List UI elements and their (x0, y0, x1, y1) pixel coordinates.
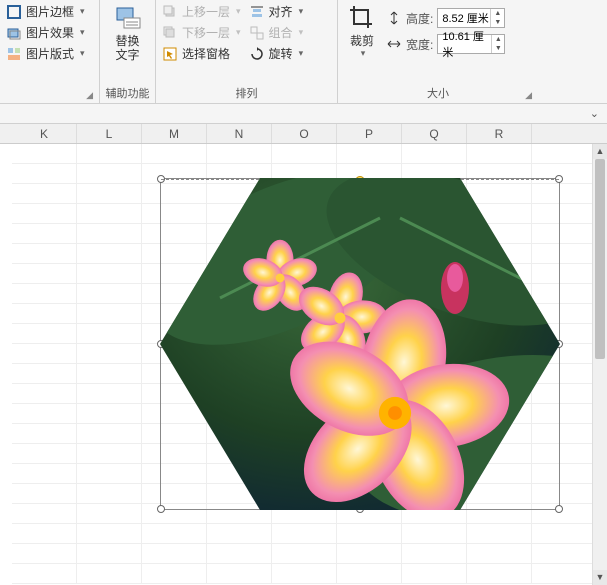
picture-layout-button[interactable]: 图片版式 ▾ (4, 44, 87, 63)
column-headers: K L M N O P Q R (0, 124, 607, 144)
height-value[interactable]: 8.52 厘米 (442, 10, 488, 26)
group-objects-button: 组合 ▾ (247, 23, 306, 42)
width-label: 宽度: (406, 36, 433, 53)
picture-effect-button[interactable]: 图片效果 ▾ (4, 23, 87, 42)
align-icon (249, 4, 265, 20)
alt-text-line2: 文字 (115, 48, 139, 62)
bring-forward-icon (162, 4, 178, 20)
picture-layout-label: 图片版式 (26, 45, 74, 62)
align-label: 对齐 (269, 3, 293, 20)
worksheet-area: K L M N O P Q R (0, 124, 607, 585)
alt-text-line1: 替换 (115, 34, 139, 48)
column-header[interactable]: N (207, 124, 272, 143)
rotate-button[interactable]: 旋转 ▾ (247, 44, 306, 63)
effect-icon (6, 25, 22, 41)
selection-pane-icon (162, 46, 178, 62)
selection-pane-button[interactable]: 选择窗格 (160, 44, 243, 63)
group-icon (249, 25, 265, 41)
bring-forward-button: 上移一层 ▾ (160, 2, 243, 21)
chevron-down-icon: ▾ (299, 6, 304, 17)
width-spinner[interactable]: 宽度: 10.61 厘米 ▲ ▼ (386, 34, 505, 54)
arrange-group-label: 排列 (160, 83, 333, 103)
bring-forward-label: 上移一层 (182, 3, 230, 20)
picture-effect-label: 图片效果 (26, 24, 74, 41)
send-backward-button: 下移一层 ▾ (160, 23, 243, 42)
rotate-label: 旋转 (269, 45, 293, 62)
group-picture-tools: 图片边框 ▾ 图片效果 ▾ 图片版式 ▾ (0, 0, 100, 103)
column-header[interactable]: Q (402, 124, 467, 143)
group-size: 裁剪 ▾ 高度: 8.52 厘米 ▲ ▼ (338, 0, 538, 103)
align-button[interactable]: 对齐 ▾ (247, 2, 306, 21)
column-header[interactable]: P (337, 124, 402, 143)
border-icon (6, 4, 22, 20)
spinner-up-icon[interactable]: ▲ (492, 35, 504, 44)
chevron-down-icon: ▾ (299, 48, 304, 59)
column-header[interactable]: M (142, 124, 207, 143)
chevron-down-icon: ▾ (236, 27, 241, 38)
width-icon (386, 36, 402, 52)
vertical-scrollbar[interactable]: ▲ ▼ (592, 144, 607, 585)
chevron-down-icon: ▾ (80, 6, 85, 17)
scroll-up-icon[interactable]: ▲ (593, 144, 607, 159)
chevron-down-icon: ▾ (352, 48, 374, 59)
height-label: 高度: (406, 10, 433, 27)
layout-icon (6, 46, 22, 62)
accessibility-group-label: 辅助功能 (104, 83, 151, 103)
group-launcher-row: ◢ (4, 99, 95, 103)
column-header[interactable]: L (77, 124, 142, 143)
group-arrange: 上移一层 ▾ 下移一层 ▾ 选择窗格 (156, 0, 338, 103)
group-objects-label: 组合 (269, 24, 293, 41)
chevron-down-icon: ▾ (80, 27, 85, 38)
ribbon-options-icon[interactable]: ⌄ (590, 107, 599, 120)
width-value[interactable]: 10.61 厘米 (442, 28, 491, 60)
dialog-launcher-icon[interactable]: ◢ (86, 90, 93, 101)
rotate-icon (249, 46, 265, 62)
ribbon: 图片边框 ▾ 图片效果 ▾ 图片版式 ▾ (0, 0, 607, 104)
send-backward-label: 下移一层 (182, 24, 230, 41)
crop-button[interactable]: 裁剪 ▾ (342, 2, 382, 61)
send-backward-icon (162, 25, 178, 41)
height-icon (386, 10, 402, 26)
chevron-down-icon: ▾ (299, 27, 304, 38)
group-accessibility: 替换 文字 辅助功能 (100, 0, 156, 103)
size-group-label: 大小 (427, 88, 449, 100)
spinner-up-icon[interactable]: ▲ (491, 9, 504, 18)
spinner-down-icon[interactable]: ▼ (491, 18, 504, 27)
scrollbar-thumb[interactable] (595, 159, 605, 359)
size-group-label-row: 大小 ◢ (342, 83, 534, 103)
crop-icon (348, 4, 376, 32)
dialog-launcher-icon[interactable]: ◢ (525, 90, 532, 101)
column-header[interactable]: O (272, 124, 337, 143)
chevron-down-icon: ▾ (236, 6, 241, 17)
alt-text-button[interactable]: 替换 文字 (108, 2, 148, 65)
spinner-down-icon[interactable]: ▼ (492, 44, 504, 53)
alt-text-icon (114, 4, 142, 32)
picture-border-button[interactable]: 图片边框 ▾ (4, 2, 87, 21)
picture-hexagon[interactable] (160, 178, 560, 510)
chevron-down-icon: ▾ (80, 48, 85, 59)
scroll-down-icon[interactable]: ▼ (593, 570, 607, 585)
picture-border-label: 图片边框 (26, 3, 74, 20)
column-header[interactable]: R (467, 124, 532, 143)
height-spinner[interactable]: 高度: 8.52 厘米 ▲ ▼ (386, 8, 505, 28)
ribbon-options-row: ⌄ (0, 104, 607, 124)
column-header[interactable]: K (12, 124, 77, 143)
selection-pane-label: 选择窗格 (182, 45, 230, 62)
crop-label: 裁剪 (350, 34, 374, 48)
